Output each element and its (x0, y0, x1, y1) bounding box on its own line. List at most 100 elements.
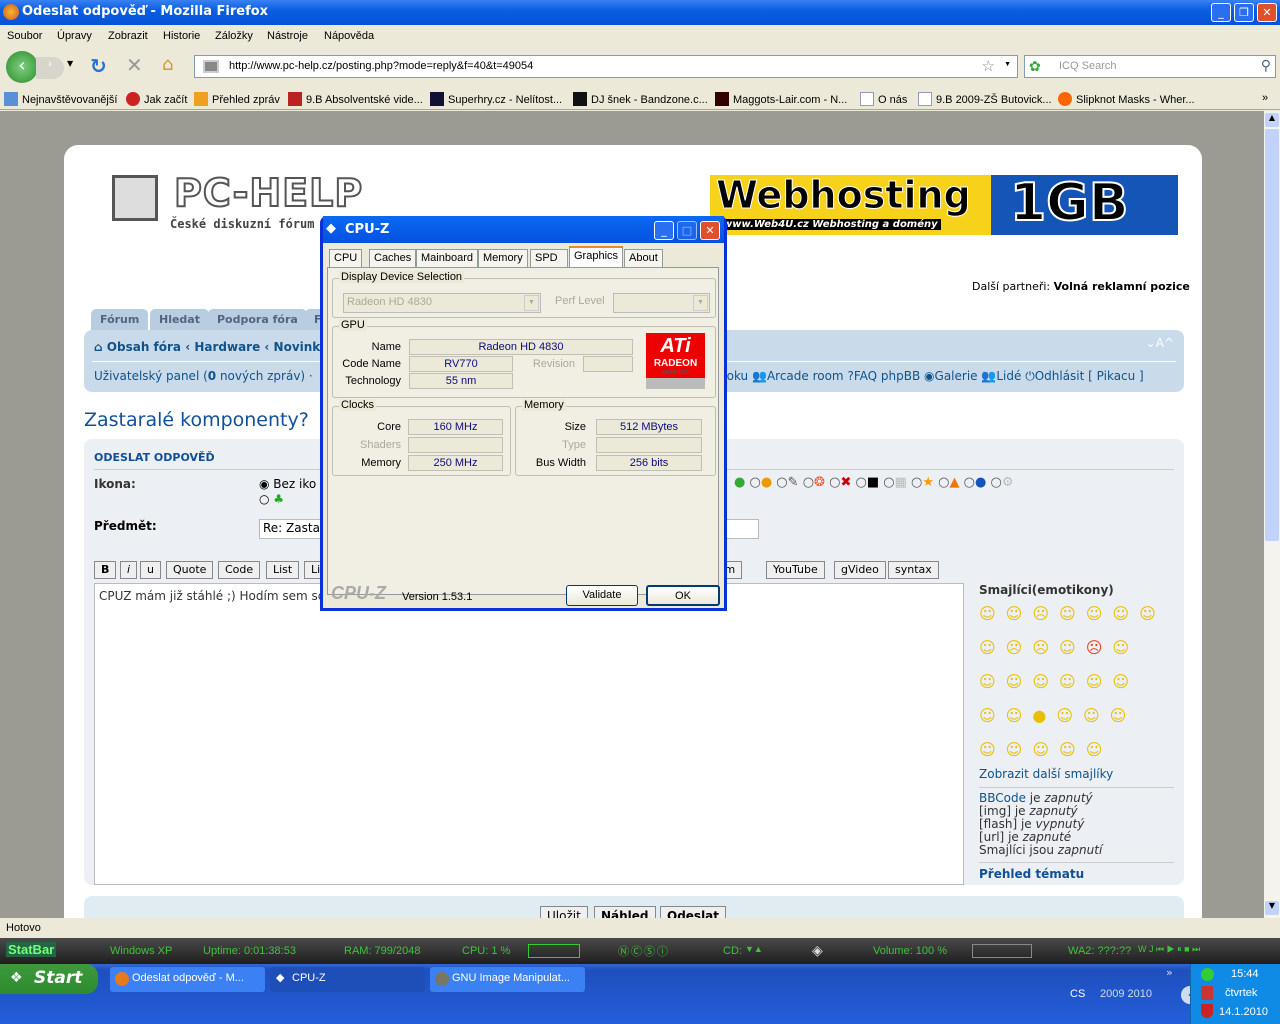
task-cpuz[interactable]: ◆ CPU-Z (270, 967, 425, 992)
more-smilies-link[interactable]: Zobrazit další smajlíky (979, 767, 1174, 781)
icon-option-none[interactable]: ◉ Bez iko (259, 477, 316, 491)
user-panel-link[interactable]: Uživatelský panel (0 nových zpráv) · (94, 369, 313, 383)
quote-button[interactable]: Quote (166, 561, 214, 579)
bookmark-item[interactable]: Maggots-Lair.com - N... (715, 92, 847, 106)
smilies-grid[interactable]: ☺☺☹☺☺☺☺ ☺☹☹☺☹☺ ☺☺☺☺☺☺ ☺☺●☺☺☺ ☺☺☺☺☺ (979, 597, 1174, 767)
home-icon[interactable]: ⌂ (162, 54, 173, 75)
forward-button[interactable]: › (36, 57, 64, 79)
bookmark-item[interactable]: DJ šnek - Bandzone.c... (573, 92, 708, 106)
underline-button[interactable]: u (140, 561, 161, 579)
search-icon[interactable]: ⚲ (1261, 57, 1271, 74)
tab-support[interactable]: Podpora fóra (208, 309, 307, 330)
cpuz-tab-graphics[interactable]: Graphics (569, 246, 624, 268)
partners-link[interactable]: Volná reklamní pozice (1054, 280, 1190, 293)
reload-icon[interactable]: ↻ (90, 54, 107, 78)
nav-link-logout[interactable]: Odhlásit [ Pikacu ] (1035, 369, 1144, 383)
cpuz-close-button[interactable]: ✕ (700, 221, 720, 240)
topic-review-link[interactable]: Přehled tématu (979, 867, 1174, 881)
cpuz-tab-spd[interactable]: SPD (530, 249, 568, 267)
ok-button[interactable]: OK (646, 585, 720, 606)
preview-button[interactable]: Náhled (594, 906, 656, 918)
menu-historie[interactable]: Historie (163, 30, 200, 42)
maximize-button[interactable]: ❐ (1234, 3, 1254, 22)
scroll-thumb[interactable] (1265, 129, 1279, 541)
language-indicator[interactable]: CS (1070, 988, 1085, 1000)
winamp-controls[interactable]: W J ⏮ ▶ ⏸ ■ ⏭ (1138, 944, 1200, 955)
validate-button[interactable]: Validate (566, 585, 638, 606)
tab-search[interactable]: Hledat (150, 309, 209, 330)
bookmark-item[interactable]: Nejnavštěvovanější (4, 92, 117, 106)
bookmark-item[interactable]: O nás (860, 92, 907, 106)
font-size-control[interactable]: ⌄A^ (1146, 336, 1174, 350)
message-textarea[interactable]: CPUZ mám již stáhlé ;) Hodím sem sc (94, 583, 964, 885)
icq-icon[interactable]: ✿ (1029, 58, 1041, 75)
statbar-buttons[interactable]: ⓃⒸⓈⓘ (618, 943, 670, 959)
bold-button[interactable]: B (94, 561, 117, 579)
url-dropdown-icon[interactable]: ▼ (1004, 61, 1011, 68)
italic-button[interactable]: i (120, 561, 138, 579)
nav-link-arcade[interactable]: Arcade room (767, 369, 844, 383)
back-button[interactable]: ‹ (6, 51, 38, 83)
bbcode-link[interactable]: BBCode (979, 791, 1026, 805)
menu-upravy[interactable]: Úpravy (57, 30, 92, 42)
youtube-button[interactable]: YouTube (766, 561, 825, 579)
url-bar[interactable]: http://www.pc-help.cz/posting.php?mode=r… (194, 55, 1018, 78)
clock-day: čtvrtek (1225, 987, 1258, 999)
bookmark-item[interactable]: Jak začít (126, 92, 187, 106)
menu-zobrazit[interactable]: Zobrazit (108, 30, 148, 42)
nav-link-gallery[interactable]: Galerie (935, 369, 978, 383)
clock-time[interactable]: 15:44 (1231, 968, 1259, 980)
bookmark-item[interactable]: Přehled zpráv (194, 92, 280, 106)
ad-banner[interactable]: Webhosting www.Web4U.cz Webhosting a dom… (710, 175, 1178, 235)
minimize-button[interactable]: _ (1211, 3, 1231, 22)
topic-title[interactable]: Zastaralé komponenty? (84, 409, 309, 431)
close-button[interactable]: ✕ (1257, 3, 1277, 22)
smilies-panel: Smajlíci(emotikony) ☺☺☹☺☺☺☺ ☺☹☹☺☹☺ ☺☺☺☺☺… (979, 583, 1174, 881)
bookmark-item[interactable]: Superhry.cz - Nelítost... (430, 92, 562, 106)
cpuz-tab-about[interactable]: About (624, 249, 663, 267)
bookmark-item[interactable]: Slipknot Masks - Wher... (1058, 92, 1195, 106)
search-box[interactable]: ✿ ICQ Search ⚲ (1024, 55, 1276, 78)
menu-nastroje[interactable]: Nástroje (267, 30, 308, 42)
menu-napoveda[interactable]: Nápověda (324, 30, 374, 42)
cpuz-tab-cpu[interactable]: CPU (329, 249, 363, 267)
scroll-down-icon[interactable]: ▼ (1265, 901, 1279, 915)
start-button[interactable]: ❖ Start (0, 964, 98, 994)
icon-option-tree[interactable]: ○ ♣ (259, 492, 284, 506)
cpuz-tab-mainboard[interactable]: Mainboard (416, 249, 478, 267)
scroll-up-icon[interactable]: ▲ (1265, 113, 1279, 127)
tab-forum[interactable]: Fórum (91, 309, 149, 330)
nav-link-faq[interactable]: FAQ phpBB (854, 369, 920, 383)
list-button[interactable]: List (266, 561, 300, 579)
cpuz-tab-memory[interactable]: Memory (478, 249, 528, 267)
syntax-button[interactable]: syntax (888, 561, 939, 579)
cpuz-minimize-button[interactable]: _ (654, 221, 674, 240)
toolbar-overflow[interactable]: » (1166, 966, 1173, 979)
icon-options[interactable]: ● ○● ○✎ ○❂ ○✖ ○■ ○▦ ○★ ○▲ ○● ○⚙ (734, 475, 1014, 490)
nav-link-people[interactable]: Lidé (996, 369, 1021, 383)
subject-label: Předmět: (94, 519, 157, 533)
bookmark-item[interactable]: 9.B Absolventské vide... (288, 92, 423, 106)
status-text: Hotovo (6, 922, 41, 934)
bookmarks-overflow[interactable]: » (1262, 92, 1268, 104)
task-gimp[interactable]: GNU Image Manipulat... (430, 967, 585, 992)
history-dropdown-icon[interactable]: ▼ (67, 59, 73, 68)
menu-zalozky[interactable]: Záložky (215, 30, 253, 42)
cpuz-tab-caches[interactable]: Caches (369, 249, 417, 267)
submit-button[interactable]: Odeslat (660, 906, 727, 918)
cd-eject-buttons[interactable]: ▼▲ (745, 944, 763, 954)
memory-group-label: Memory (522, 399, 566, 411)
bookmark-star-icon[interactable]: ☆ (982, 57, 995, 75)
gvideo-button[interactable]: gVideo (834, 561, 886, 579)
revision-field (583, 356, 633, 372)
task-firefox[interactable]: Odeslat odpověď - M... (110, 967, 265, 992)
windows-logo-icon: ❖ (10, 970, 23, 986)
menu-soubor[interactable]: Soubor (7, 30, 42, 42)
save-button[interactable]: Uložit (540, 906, 588, 918)
bookmark-item[interactable]: 9.B 2009-ZŠ Butovick... (918, 92, 1052, 106)
vertical-scrollbar[interactable]: ▲ ▼ (1264, 111, 1280, 918)
code-button[interactable]: Code (218, 561, 261, 579)
cpuz-window: ◆ CPU-Z _ □ ✕ CPU Caches Mainboard Memory… (320, 216, 727, 611)
volume-slider[interactable] (972, 944, 1032, 958)
stop-icon[interactable]: ✕ (126, 53, 143, 77)
